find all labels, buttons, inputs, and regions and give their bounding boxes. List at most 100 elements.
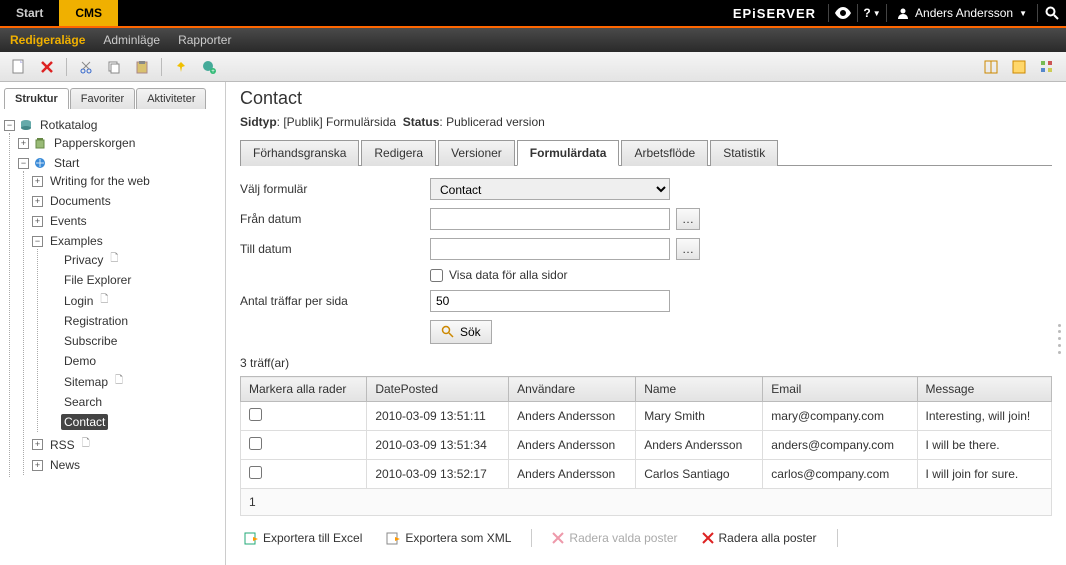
tree-label: RSS (47, 437, 78, 453)
tree-contact[interactable]: Contact (46, 414, 221, 430)
tree-label: Subscribe (61, 333, 120, 349)
help-icon[interactable]: ? ▼ (858, 0, 886, 26)
user-menu[interactable]: Anders Andersson ▼ (887, 0, 1037, 26)
cut-icon[interactable] (75, 56, 97, 78)
ribbon-edit[interactable]: Redigeraläge (10, 33, 85, 47)
paste-icon[interactable] (131, 56, 153, 78)
expand-icon[interactable]: + (32, 196, 43, 207)
action-label: Exportera till Excel (263, 531, 362, 545)
col-date: DatePosted (367, 377, 509, 402)
cell: 2010-03-09 13:51:34 (367, 431, 509, 460)
col-message: Message (917, 377, 1051, 402)
expand-icon[interactable]: + (32, 216, 43, 227)
ribbon-reports[interactable]: Rapporter (178, 33, 231, 47)
delete-icon (702, 532, 714, 544)
tree-label: Registration (61, 313, 131, 329)
tree-examples[interactable]: −Examples (32, 233, 221, 249)
tree-search[interactable]: Search (46, 394, 221, 410)
expand-icon[interactable]: + (32, 460, 43, 471)
cell: Carlos Santiago (636, 460, 763, 489)
tree-rss[interactable]: +RSS🗋 (32, 436, 221, 453)
tab-edit[interactable]: Redigera (361, 140, 436, 166)
delete-selected-button: Radera valda poster (548, 528, 681, 548)
collapse-icon[interactable]: − (32, 236, 43, 247)
tree-label: Papperskorgen (51, 135, 138, 151)
eye-icon[interactable] (829, 0, 857, 26)
select-form[interactable]: Contact (430, 178, 670, 200)
tab-stats[interactable]: Statistik (710, 140, 778, 166)
perpage-input[interactable] (430, 290, 670, 312)
tree-trash[interactable]: + Papperskorgen (18, 135, 221, 151)
tree-privacy[interactable]: Privacy🗋 (46, 251, 221, 268)
new-page-icon[interactable] (8, 56, 30, 78)
delete-all-button[interactable]: Radera alla poster (698, 528, 821, 548)
export-xml-button[interactable]: Exportera som XML (382, 528, 515, 548)
row-checkbox[interactable] (249, 408, 262, 421)
search-button-label: Sök (460, 325, 481, 339)
tree-events[interactable]: +Events (32, 213, 221, 229)
tree-news[interactable]: +News (32, 457, 221, 473)
tree-registration[interactable]: Registration (46, 313, 221, 329)
tree-login[interactable]: Login🗋 (46, 292, 221, 309)
row-checkbox[interactable] (249, 437, 262, 450)
svg-text:+: + (211, 69, 215, 74)
sidetab-favoriter[interactable]: Favoriter (70, 88, 135, 109)
export-excel-button[interactable]: Exportera till Excel (240, 528, 366, 548)
delete-icon[interactable] (36, 56, 58, 78)
search-icon[interactable] (1038, 0, 1066, 26)
panel-icon-3[interactable] (1036, 56, 1058, 78)
cell: Interesting, will join! (917, 402, 1051, 431)
tab-preview[interactable]: Förhandsgranska (240, 140, 359, 166)
tree-label: Privacy (61, 252, 106, 268)
tree-root-label: Rotkatalog (37, 117, 100, 133)
expand-icon[interactable]: + (32, 176, 43, 187)
tab-formdata[interactable]: Formulärdata (517, 140, 620, 166)
tree-demo[interactable]: Demo (46, 353, 221, 369)
table-row: 2010-03-09 13:52:17 Anders Andersson Car… (241, 460, 1052, 489)
resize-grip[interactable] (1058, 324, 1064, 354)
collapse-icon[interactable]: − (18, 158, 29, 169)
tree-subscribe[interactable]: Subscribe (46, 333, 221, 349)
copy-icon[interactable] (103, 56, 125, 78)
to-date-input[interactable] (430, 238, 670, 260)
col-user: Användare (509, 377, 636, 402)
brand-logo: EPiSERVER (721, 0, 828, 26)
pin-icon[interactable] (170, 56, 192, 78)
expand-icon[interactable]: + (32, 439, 43, 450)
tree-label: File Explorer (61, 272, 134, 288)
tree-writing[interactable]: + Writing for the web (32, 173, 221, 189)
cell: anders@company.com (763, 431, 917, 460)
cell: mary@company.com (763, 402, 917, 431)
panel-icon-1[interactable] (980, 56, 1002, 78)
collapse-icon[interactable]: − (4, 120, 15, 131)
tree-sitemap[interactable]: Sitemap🗋 (46, 373, 221, 390)
tree-documents[interactable]: +Documents (32, 193, 221, 209)
row-checkbox[interactable] (249, 466, 262, 479)
tab-start[interactable]: Start (0, 0, 59, 26)
panel-icon-2[interactable] (1008, 56, 1030, 78)
tab-versions[interactable]: Versioner (438, 140, 515, 166)
tree-label: Login (61, 293, 96, 309)
cell: Anders Andersson (509, 460, 636, 489)
page-meta: Sidtyp: [Publik] Formulärsida Status: Pu… (240, 115, 1052, 129)
expand-icon[interactable]: + (18, 138, 29, 149)
tree-label: Examples (47, 233, 106, 249)
from-date-picker[interactable]: … (676, 208, 700, 230)
sidetab-aktiviteter[interactable]: Aktiviteter (136, 88, 206, 109)
tree-fileexplorer[interactable]: File Explorer (46, 272, 221, 288)
tab-workflow[interactable]: Arbetsflöde (621, 140, 708, 166)
tree-root[interactable]: − Rotkatalog (4, 117, 221, 133)
table-footer: 1 (241, 489, 1052, 516)
ribbon-admin[interactable]: Adminläge (103, 33, 160, 47)
search-button[interactable]: Sök (430, 320, 492, 344)
tree-label: Writing for the web (47, 173, 153, 189)
to-date-picker[interactable]: … (676, 238, 700, 260)
delete-icon (552, 532, 564, 544)
globe-plus-icon[interactable]: + (198, 56, 220, 78)
sidetab-struktur[interactable]: Struktur (4, 88, 69, 109)
globe-icon (33, 156, 47, 170)
tree-start[interactable]: − Start (18, 155, 221, 171)
allpages-checkbox[interactable] (430, 269, 443, 282)
tab-cms[interactable]: CMS (59, 0, 118, 26)
from-date-input[interactable] (430, 208, 670, 230)
